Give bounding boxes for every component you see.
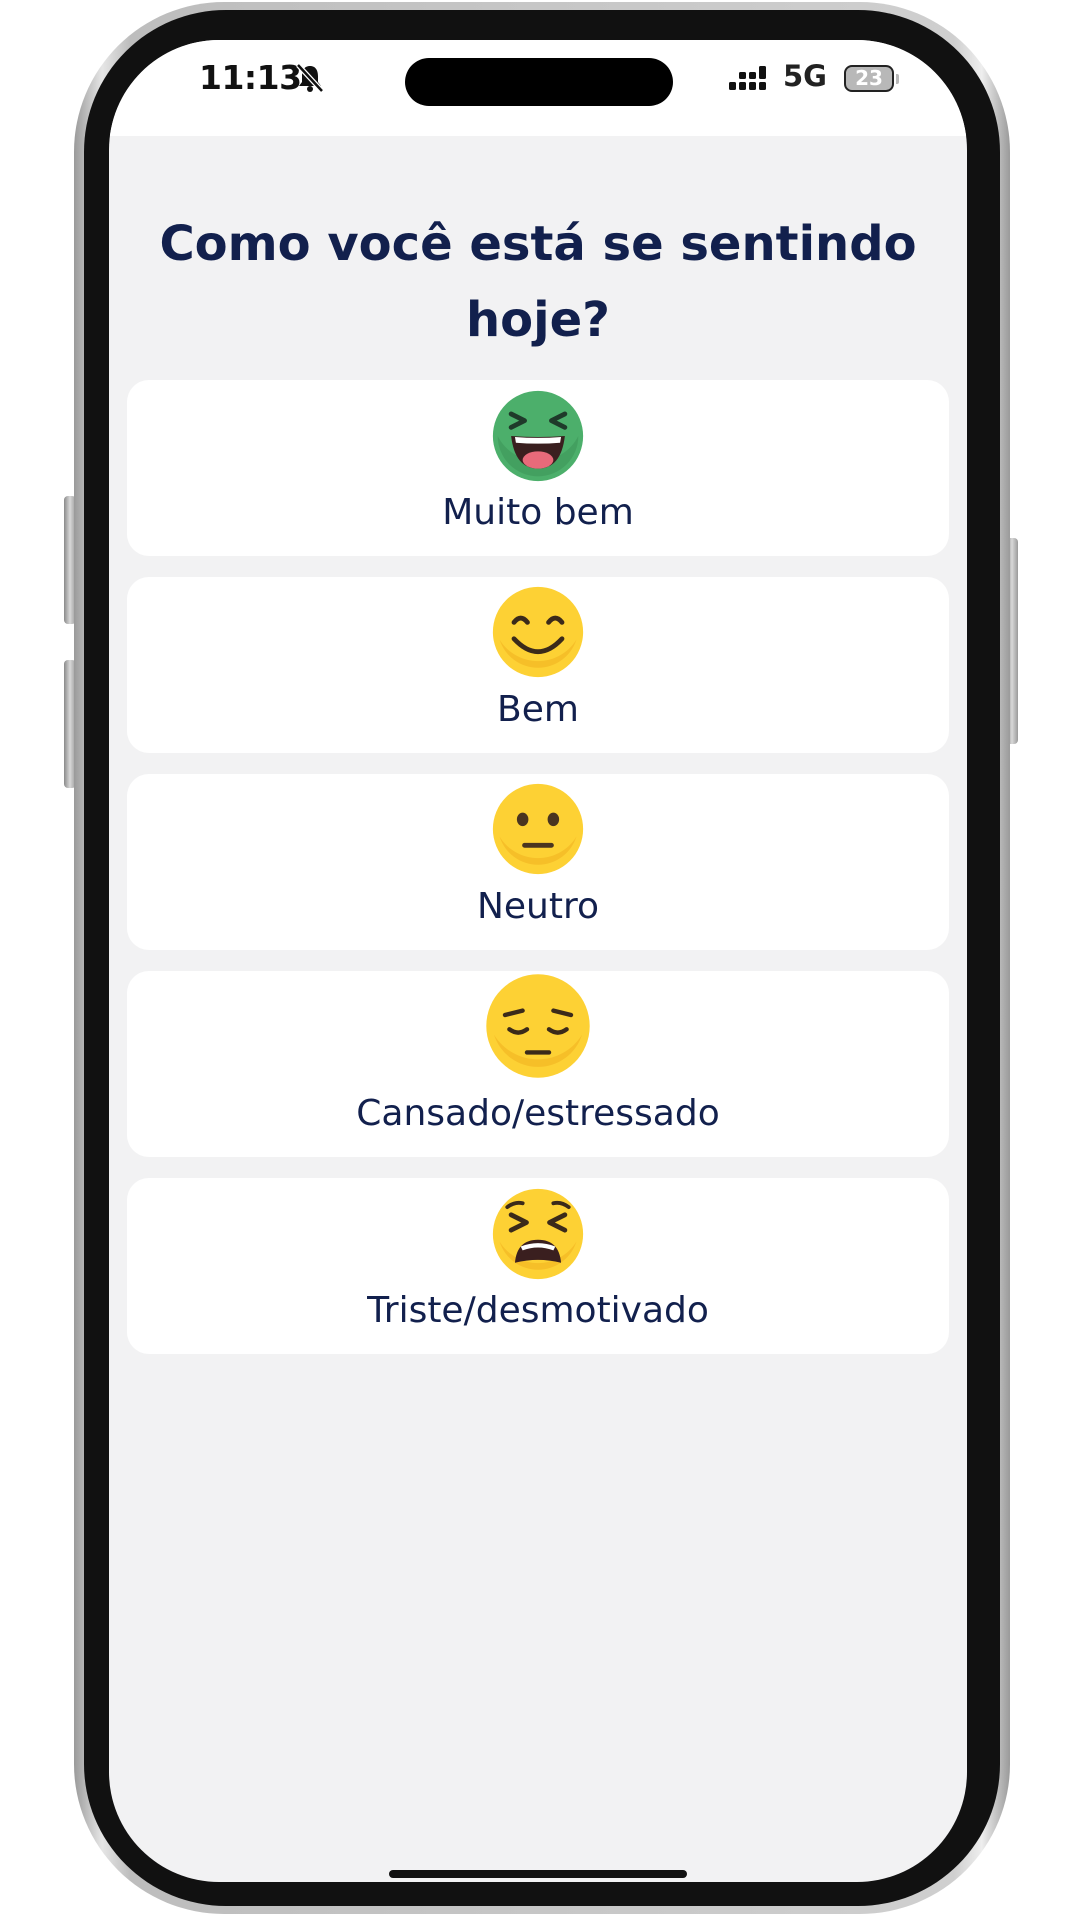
signal-strength-icon (729, 66, 766, 90)
neutral-face-icon (492, 783, 584, 875)
mood-option-triste-desmotivado[interactable]: Triste/desmotivado (127, 1178, 949, 1354)
battery-cap (896, 74, 899, 84)
status-bar: 11:13 5G 23 (109, 40, 967, 136)
phone-mockup: 11:13 5G 23 Como você está se sentindo h… (0, 0, 1080, 1920)
pensive-face-icon (486, 974, 590, 1078)
mood-option-bem[interactable]: Bem (127, 577, 949, 753)
mood-option-label: Muito bem (442, 492, 634, 533)
app-screen: 11:13 5G 23 Como você está se sentindo h… (109, 40, 967, 1882)
mood-option-label: Triste/desmotivado (367, 1290, 709, 1331)
battery-level: 23 (855, 66, 883, 90)
network-type: 5G (783, 59, 827, 93)
mood-option-muito-bem[interactable]: Muito bem (127, 380, 949, 556)
mood-option-label: Cansado/estressado (356, 1093, 720, 1134)
mood-option-cansado-estressado[interactable]: Cansado/estressado (127, 971, 949, 1157)
status-time: 11:13 (199, 58, 302, 97)
tired-face-icon (492, 1188, 584, 1280)
mood-option-neutro[interactable]: Neutro (127, 774, 949, 950)
battery-icon: 23 (844, 65, 894, 92)
bell-slash-icon (296, 63, 324, 93)
dynamic-island (405, 58, 673, 106)
grinning-squinting-face-icon (492, 390, 584, 482)
home-indicator[interactable] (389, 1870, 687, 1878)
smiling-face-icon (492, 586, 584, 678)
page-title: Como você está se sentindo hoje? (159, 216, 917, 348)
mood-option-label: Neutro (476, 886, 600, 927)
mood-option-label: Bem (497, 689, 579, 730)
